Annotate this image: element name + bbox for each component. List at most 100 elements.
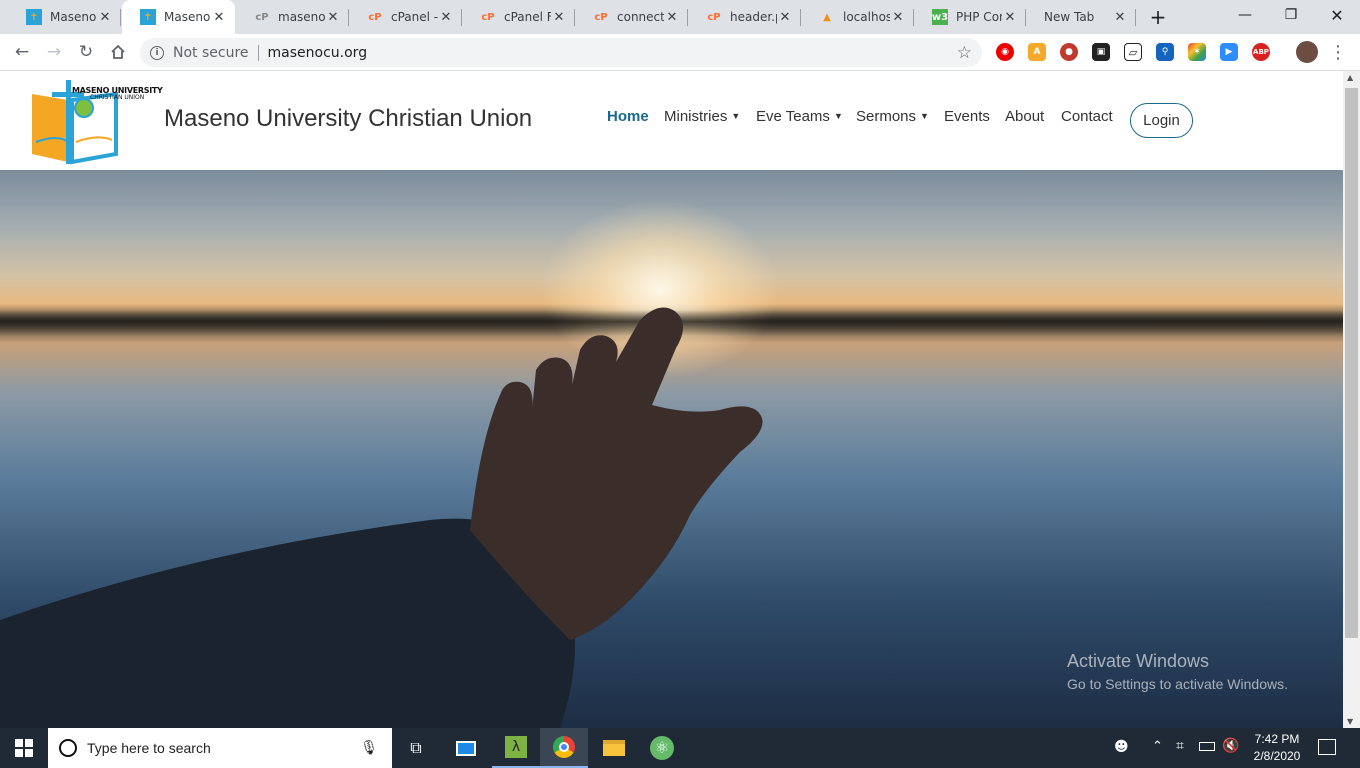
tab-title: connectio [617, 10, 664, 24]
nav-contact[interactable]: Contact [1061, 108, 1113, 125]
restore-button[interactable]: ❐ [1268, 0, 1314, 30]
file-explorer-icon[interactable] [590, 728, 638, 768]
tab-title: cPanel Fil [504, 10, 551, 24]
atom-editor-icon[interactable]: ⚛ [638, 728, 686, 768]
page-scrollbar[interactable]: ▲ ▼ [1343, 71, 1360, 728]
browser-tab[interactable]: cP connectio✕ [575, 0, 688, 34]
nav-eve-teams[interactable]: Eve Teams ▼ [756, 108, 843, 125]
web-page: MASENO UNIVERSITY CHRISTIAN UNION Maseno… [0, 71, 1343, 728]
close-window-button[interactable]: ✕ [1314, 0, 1360, 30]
nav-sermons[interactable]: Sermons ▼ [856, 108, 929, 125]
nav-home[interactable]: Home [607, 108, 649, 125]
tab-separator [120, 9, 121, 26]
browser-tab[interactable]: w3 PHP Con ✕ [914, 0, 1026, 34]
volume-muted-icon[interactable]: 🔇 [1222, 738, 1239, 754]
browser-tab[interactable]: cP header.ph✕ [688, 0, 801, 34]
browser-tab[interactable]: cP cPanel - M✕ [349, 0, 462, 34]
battery-icon[interactable] [1199, 742, 1215, 751]
nav-ministries[interactable]: Ministries ▼ [664, 108, 740, 125]
microphone-icon[interactable]: 🎙 [360, 740, 378, 756]
pinwheel-extension-icon[interactable]: ✶ [1188, 43, 1206, 61]
browser-toolbar: ← → ↻ i Not secure masenocu.org ☆ ◉ A ● … [0, 34, 1360, 99]
nav-label: Home [607, 108, 649, 125]
ublock-icon[interactable]: ◉ [996, 43, 1014, 61]
browser-tab[interactable]: ✝ Maseno U✕ [122, 0, 235, 34]
site-logo[interactable]: MASENO UNIVERSITY CHRISTIAN UNION [28, 76, 163, 166]
tab-close-icon[interactable]: ✕ [777, 10, 793, 25]
minimize-button[interactable]: — [1222, 0, 1268, 30]
tab-close-icon[interactable]: ✕ [211, 10, 227, 25]
tab-title: New Tab [1044, 10, 1095, 24]
package-extension-icon[interactable]: ▣ [1092, 43, 1110, 61]
tab-close-icon[interactable]: ✕ [325, 10, 341, 25]
windows-taskbar: Type here to search 🎙 ⧉ λ ⚛ ☻ ⌃ ⌗ 🔇 7:42… [0, 728, 1360, 768]
scroll-down-arrow[interactable]: ▼ [1347, 717, 1353, 726]
chrome-menu-icon[interactable]: ⋮ [1324, 38, 1352, 66]
zoom-extension-icon[interactable]: ▶ [1220, 43, 1238, 61]
url-text[interactable]: masenocu.org [268, 45, 368, 61]
cpanel-gray-favicon-icon: cP [255, 11, 269, 23]
home-icon[interactable] [104, 38, 132, 66]
profile-avatar[interactable] [1296, 41, 1318, 63]
new-tab-button[interactable]: + [1140, 2, 1176, 32]
reload-icon[interactable]: ↻ [72, 38, 100, 66]
scroll-up-arrow[interactable]: ▲ [1347, 73, 1353, 82]
logo-text-line2: CHRISTIAN UNION [90, 94, 145, 101]
url-divider [257, 44, 259, 61]
tab-title: masenocu [278, 10, 325, 24]
address-bar[interactable]: i Not secure masenocu.org ☆ [140, 38, 982, 67]
tab-close-icon[interactable]: ✕ [438, 10, 454, 25]
task-view-icon[interactable]: ⧉ [392, 728, 440, 768]
adblock-plus-icon[interactable]: ABP [1252, 43, 1270, 61]
people-icon[interactable]: ☻ [1114, 739, 1129, 755]
show-hidden-icons-chevron[interactable]: ⌃ [1152, 739, 1163, 754]
login-button[interactable]: Login [1130, 103, 1193, 138]
forward-icon[interactable]: → [40, 38, 68, 66]
nav-about[interactable]: About [1005, 108, 1044, 125]
wifi-icon[interactable]: ⌗ [1176, 738, 1184, 754]
tab-title: Maseno U [164, 10, 211, 24]
phpmyadmin-favicon-icon: ▲ [823, 11, 831, 23]
nav-events[interactable]: Events [944, 108, 990, 125]
scroll-thumb[interactable] [1345, 88, 1358, 638]
browser-tab[interactable]: cP masenocu✕ [236, 0, 349, 34]
tab-close-icon[interactable]: ✕ [1002, 10, 1018, 25]
taskbar-search-box[interactable]: Type here to search 🎙 [48, 728, 392, 768]
clock-time[interactable]: 7:42 PM [1248, 732, 1306, 746]
clock-date[interactable]: 2/8/2020 [1248, 749, 1306, 763]
info-icon[interactable]: i [150, 45, 164, 60]
reaching-hand-image [0, 307, 763, 728]
tab-close-icon[interactable]: ✕ [551, 10, 567, 25]
cpanel-favicon-icon: cP [594, 11, 608, 23]
tab-close-icon[interactable]: ✕ [97, 10, 113, 25]
tab-title: Maseno U [50, 10, 97, 24]
site-title[interactable]: Maseno University Christian Union [164, 105, 532, 133]
redfox-extension-icon[interactable]: ● [1060, 43, 1078, 61]
avast-icon[interactable]: A [1028, 43, 1046, 61]
bookmark-star-icon[interactable]: ☆ [957, 43, 972, 63]
nav-label: Ministries [664, 108, 728, 125]
windows-start-icon[interactable] [0, 728, 48, 768]
tab-title: header.ph [730, 10, 777, 24]
tab-close-icon[interactable]: ✕ [1112, 10, 1128, 25]
nav-label: Contact [1061, 108, 1113, 125]
xampp-icon[interactable]: λ [492, 728, 540, 768]
action-center-icon[interactable] [1318, 739, 1336, 755]
tab-title: cPanel - M [391, 10, 438, 24]
hero-banner: Activate Windows Go to Settings to activ… [0, 170, 1343, 728]
search-extension-icon[interactable]: ⚲ [1156, 43, 1174, 61]
browser-tab[interactable]: ✝ Maseno U✕ [8, 0, 121, 34]
cpanel-favicon-icon: cP [481, 11, 495, 23]
browser-tab[interactable]: cP cPanel Fil✕ [462, 0, 575, 34]
maseno-favicon-icon: ✝ [26, 9, 42, 25]
chrome-taskbar-icon[interactable] [540, 728, 588, 768]
tab-close-icon[interactable]: ✕ [890, 10, 906, 25]
caret-down-icon: ▼ [731, 111, 741, 121]
browser-tab[interactable]: ▲ localhost✕ [801, 0, 914, 34]
tab-close-icon[interactable]: ✕ [664, 10, 680, 25]
cortana-circle-icon [59, 739, 77, 757]
cube-extension-icon[interactable]: ▱ [1124, 43, 1142, 61]
back-icon[interactable]: ← [8, 38, 36, 66]
browser-tab[interactable]: New Tab ✕ [1026, 0, 1136, 34]
news-app-icon[interactable] [442, 728, 490, 768]
